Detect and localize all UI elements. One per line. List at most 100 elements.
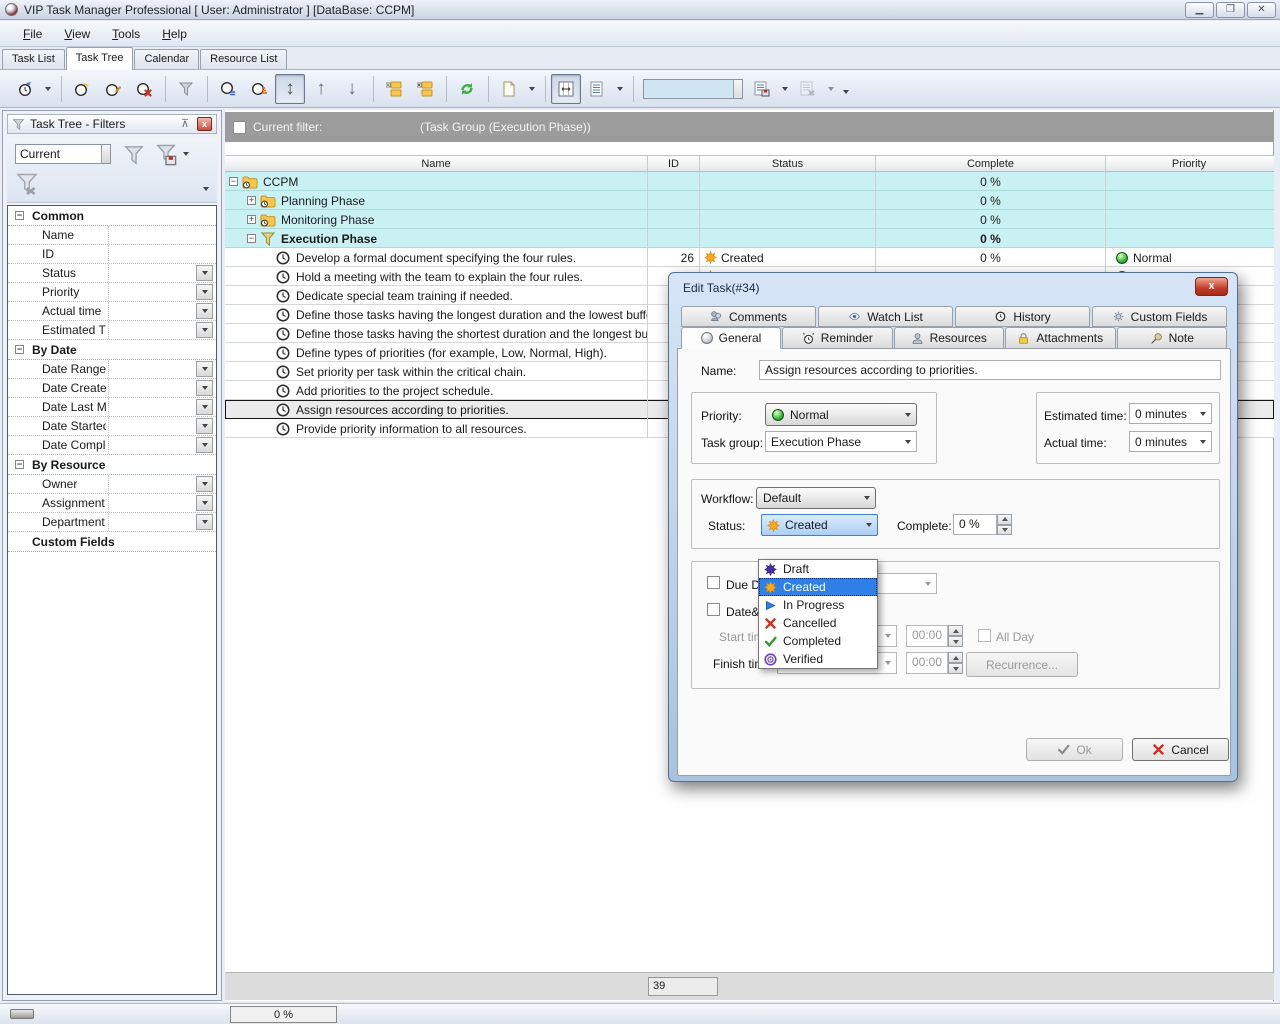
collapse-icon[interactable]: − [229,177,238,186]
dropdown-button[interactable] [196,361,213,377]
filter-preset-combo[interactable]: Current [15,144,111,164]
new-task-button[interactable] [10,74,40,104]
tab-calendar[interactable]: Calendar [134,49,199,69]
section-common[interactable]: −Common [8,206,216,226]
move-down-button[interactable]: ↓ [337,74,367,104]
dropdown-button[interactable] [196,265,213,281]
menu-help[interactable]: Help [153,24,196,44]
complete-input[interactable]: 0 % [953,514,997,535]
tab-reminder[interactable]: Reminder [782,327,893,349]
tab-watch-list[interactable]: Watch List [818,306,953,327]
dropdown-button[interactable] [196,399,213,415]
edit-task-button[interactable] [98,74,128,104]
dropdown-button[interactable] [196,437,213,453]
tab-resource-list[interactable]: Resource List [200,49,287,69]
tab-attachments[interactable]: Attachments [1005,327,1116,349]
tab-task-tree[interactable]: Task Tree [66,47,134,70]
filter-row-estimated-time[interactable]: Estimated Ti [8,321,216,340]
table-row[interactable]: + Monitoring Phase 0 % [225,210,1274,229]
customize-columns-dropdown[interactable] [613,74,627,104]
section-by-date[interactable]: −By Date [8,340,216,360]
pin-icon[interactable]: ⊼ [181,118,193,130]
dropdown-button[interactable] [196,514,213,530]
fit-columns-button[interactable] [551,74,581,104]
move-up-button[interactable]: ↑ [306,74,336,104]
save-view-button[interactable] [747,74,777,104]
export-button[interactable] [494,74,524,104]
status-option-cancelled[interactable]: Cancelled [759,614,877,632]
task-group-combo[interactable]: Execution Phase [765,431,917,452]
delete-view-dropdown[interactable] [824,74,838,104]
table-row[interactable]: + Planning Phase 0 % [225,191,1274,210]
collapse-icon[interactable]: − [15,211,24,220]
expand-icon[interactable]: + [247,215,256,224]
filter-row-status[interactable]: Status [8,264,216,283]
collapse-icon[interactable]: − [15,460,24,469]
priority-combo[interactable]: Normal [765,403,917,426]
actual-time-combo[interactable]: 0 minutes [1129,431,1212,452]
dropdown-button[interactable] [196,303,213,319]
add-subtask-button[interactable] [67,74,97,104]
filter-row-id[interactable]: ID [8,245,216,264]
workflow-combo[interactable]: Default [756,487,876,509]
filters-close-icon[interactable]: x [197,117,212,131]
name-input[interactable]: Assign resources according to priorities… [759,360,1221,380]
filter-row-actual-time[interactable]: Actual time [8,302,216,321]
table-row[interactable]: − CCPM 0 % [225,172,1274,191]
toolbar-overflow[interactable] [839,77,853,107]
dropdown-button[interactable] [196,322,213,338]
tab-task-list[interactable]: Task List [2,49,65,69]
filter-button[interactable] [171,74,201,104]
filter-row-date-created[interactable]: Date Create [8,379,216,398]
collapse-icon[interactable]: − [15,345,24,354]
expand-all-button[interactable] [410,74,440,104]
export-dropdown[interactable] [525,74,539,104]
status-option-verified[interactable]: Verified [759,650,877,668]
filter-row-date-range[interactable]: Date Range [8,360,216,379]
filter-row-assignment[interactable]: Assignment [8,494,216,513]
column-header-id[interactable]: ID [648,156,700,173]
table-row[interactable]: Develop a formal document specifying the… [225,248,1274,267]
current-filter-checkbox[interactable] [233,121,246,134]
save-view-dropdown[interactable] [778,74,792,104]
status-option-in-progress[interactable]: In Progress [759,596,877,614]
date-time-checkbox[interactable] [707,603,720,616]
delete-view-button[interactable] [793,74,823,104]
filter-row-date-modified[interactable]: Date Last M [8,398,216,417]
collapse-icon[interactable]: − [247,234,256,243]
section-by-resource[interactable]: −By Resource [8,455,216,475]
status-option-created[interactable]: Created [759,578,877,596]
tab-note[interactable]: Note [1117,327,1228,349]
filter-row-date-completed[interactable]: Date Comple [8,436,216,455]
restore-button[interactable]: ❐ [1216,2,1245,18]
filter-row-date-started[interactable]: Date Started [8,417,216,436]
table-row[interactable]: − Execution Phase 0 % [225,229,1274,248]
expand-icon[interactable]: + [247,196,256,205]
dropdown-button[interactable] [196,380,213,396]
status-option-completed[interactable]: Completed [759,632,877,650]
dropdown-button[interactable] [196,284,213,300]
tab-custom-fields[interactable]: Custom Fields [1092,306,1227,327]
tab-general[interactable]: General [681,327,781,349]
dropdown-button[interactable] [196,495,213,511]
filter-row-owner[interactable]: Owner [8,475,216,494]
expand-collapse-rows-button[interactable]: ↕ [275,74,305,104]
menu-view[interactable]: View [55,24,99,44]
save-filter-icon[interactable] [155,144,177,166]
dialog-close-button[interactable]: x [1195,277,1228,296]
prioritize-tasks-button[interactable] [244,74,274,104]
menu-tools[interactable]: Tools [103,24,149,44]
apply-filter-icon[interactable] [123,144,145,166]
cancel-button[interactable]: Cancel [1132,738,1229,761]
status-combo[interactable]: Created [761,514,878,536]
column-header-priority[interactable]: Priority [1106,156,1272,173]
view-preset-combo[interactable] [643,79,743,99]
tab-history[interactable]: History [955,306,1090,327]
section-custom-fields[interactable]: Custom Fields [8,532,216,552]
dropdown-button[interactable] [196,418,213,434]
tab-resources[interactable]: Resources [894,327,1005,349]
dropdown-button[interactable] [196,476,213,492]
ok-button[interactable]: Ok [1026,738,1123,761]
refresh-button[interactable] [452,74,482,104]
close-button[interactable]: ✕ [1247,2,1276,18]
